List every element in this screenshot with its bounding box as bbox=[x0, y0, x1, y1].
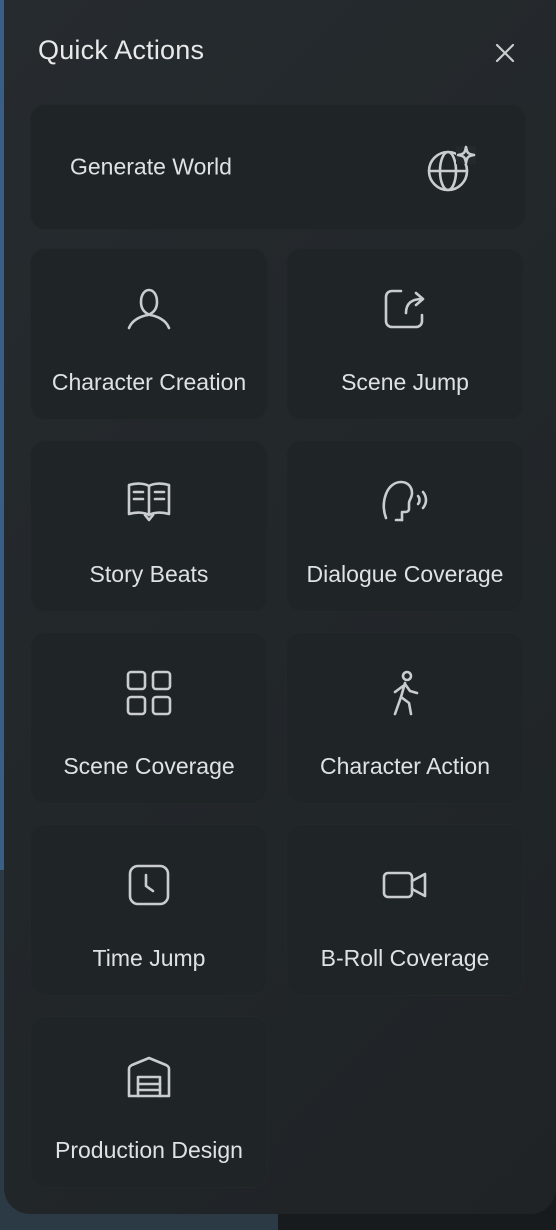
quick-actions-panel: Quick Actions Generate World Character C… bbox=[4, 0, 556, 1214]
generate-world-label: Generate World bbox=[70, 153, 232, 180]
scene-coverage-button[interactable]: Scene Coverage bbox=[30, 632, 268, 804]
story-beats-label: Story Beats bbox=[89, 561, 209, 587]
character-creation-label: Character Creation bbox=[51, 369, 247, 395]
grid-icon bbox=[124, 668, 174, 718]
close-button[interactable] bbox=[488, 36, 522, 70]
book-icon bbox=[124, 476, 174, 526]
b-roll-coverage-label: B-Roll Coverage bbox=[320, 945, 490, 971]
production-design-button[interactable]: Production Design bbox=[30, 1016, 268, 1188]
globe-sparkle-icon bbox=[426, 144, 476, 194]
share-arrow-icon bbox=[380, 284, 430, 334]
panel-title: Quick Actions bbox=[38, 35, 205, 65]
character-action-label: Character Action bbox=[319, 753, 491, 779]
dialogue-coverage-label: Dialogue Coverage bbox=[306, 561, 504, 587]
time-jump-label: Time Jump bbox=[92, 945, 206, 971]
walking-person-icon bbox=[380, 668, 430, 718]
warehouse-icon bbox=[124, 1052, 174, 1102]
clock-icon bbox=[124, 860, 174, 910]
time-jump-button[interactable]: Time Jump bbox=[30, 824, 268, 996]
generate-world-button[interactable]: Generate World bbox=[30, 104, 526, 230]
character-action-button[interactable]: Character Action bbox=[286, 632, 524, 804]
scene-jump-label: Scene Jump bbox=[341, 369, 469, 395]
speaking-head-icon bbox=[380, 476, 430, 526]
production-design-label: Production Design bbox=[55, 1137, 243, 1163]
character-creation-button[interactable]: Character Creation bbox=[30, 248, 268, 420]
panel-header: Quick Actions bbox=[38, 30, 522, 76]
video-camera-icon bbox=[380, 860, 430, 910]
close-icon bbox=[495, 43, 515, 63]
person-icon bbox=[124, 284, 174, 334]
story-beats-button[interactable]: Story Beats bbox=[30, 440, 268, 612]
scene-coverage-label: Scene Coverage bbox=[63, 753, 235, 779]
scene-jump-button[interactable]: Scene Jump bbox=[286, 248, 524, 420]
b-roll-coverage-button[interactable]: B-Roll Coverage bbox=[286, 824, 524, 996]
dialogue-coverage-button[interactable]: Dialogue Coverage bbox=[286, 440, 524, 612]
